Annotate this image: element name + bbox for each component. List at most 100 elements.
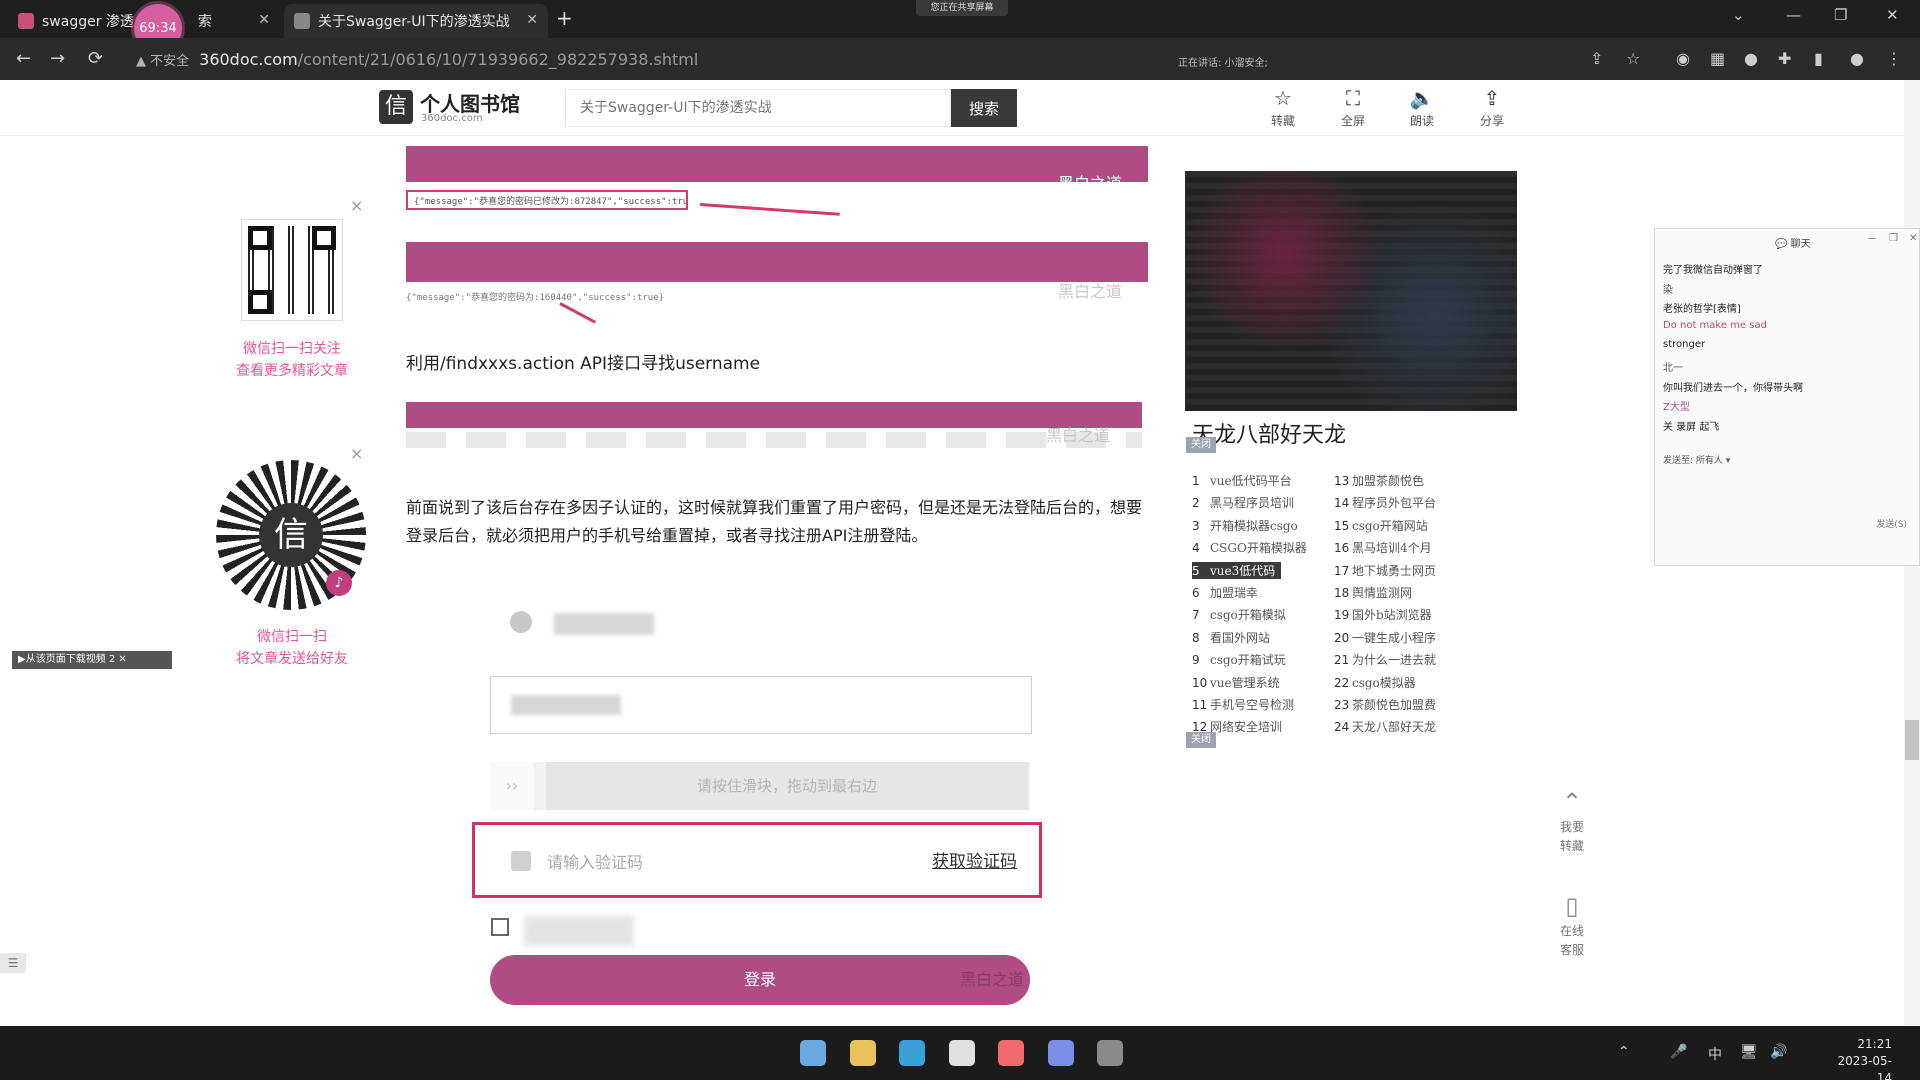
hot-search-item[interactable]: 9 csgo开箱试玩	[1192, 651, 1286, 668]
hot-search-item[interactable]: 2 黑马程序员培训	[1192, 494, 1294, 511]
tab-swagger-article[interactable]: 关于Swagger-UI下的渗透实战 ✕	[284, 4, 548, 38]
hot-search-item[interactable]: 17 地下城勇士网页	[1334, 562, 1436, 579]
screen-share-banner[interactable]: 您正在共享屏幕	[916, 0, 1008, 16]
collect-label: 转藏	[1270, 114, 1295, 128]
volume-icon[interactable]: 🔊	[1770, 1044, 1787, 1060]
chat-close-icon[interactable]: ✕	[1909, 233, 1917, 244]
hot-search-text: 为什么一进去就	[1352, 653, 1437, 668]
float-collect-button[interactable]: ⌃ 我要 转藏	[1544, 788, 1600, 854]
share-qr-logo-icon: 信	[259, 503, 323, 567]
extension-badge-icon[interactable]: ◉	[1676, 49, 1690, 68]
chat-send-button[interactable]: 发送(S)	[1876, 517, 1907, 530]
read-aloud-label: 朗读	[1409, 114, 1434, 128]
system-clock[interactable]: 21:21 2023-05-14	[1836, 1036, 1892, 1080]
close-qr-follow-icon[interactable]: ×	[350, 196, 363, 215]
chat-send-to[interactable]: 发送至: 所有人 ▾	[1663, 453, 1730, 466]
float-service-button[interactable]: ▯ 在线 客服	[1544, 892, 1600, 958]
speaking-indicator: 正在讲话: 小溜安全;	[1178, 58, 1268, 69]
bookmark-star-icon[interactable]: ☆	[1626, 49, 1640, 68]
hot-search-rank: 13	[1334, 474, 1350, 488]
hot-search-item[interactable]: 3 开箱模拟器csgo	[1192, 517, 1298, 534]
qr-corner	[248, 290, 272, 314]
hot-search-text: 加盟瑞幸	[1210, 586, 1259, 600]
left-menu-handle-icon[interactable]: ☰	[0, 953, 26, 973]
hot-search-item[interactable]: 6 加盟瑞幸	[1192, 584, 1258, 601]
hot-search-rank: 16	[1334, 541, 1350, 556]
hot-search-item[interactable]: 13 加盟茶颜悦色	[1334, 472, 1424, 489]
tab-close-icon[interactable]: ✕	[258, 12, 270, 28]
hot-search-rank: 24	[1334, 720, 1350, 735]
game-ad-image[interactable]	[1185, 171, 1517, 411]
search-button[interactable]: 搜索	[951, 89, 1017, 127]
tiktok-badge-icon: ♪	[326, 570, 352, 596]
hot-search-item[interactable]: 7 csgo开箱模拟	[1192, 606, 1286, 623]
address-bar[interactable]: ▲ 不安全 360doc.com /content/21/0616/10/719…	[136, 44, 1246, 74]
tray-overflow-icon[interactable]: ⌃	[1618, 1044, 1630, 1060]
login-button-image: 登录	[490, 955, 1030, 1005]
hot-search-item[interactable]: 20 一键生成小程序	[1334, 629, 1436, 646]
hot-search-item[interactable]: 23 茶颜悦色加盟费	[1334, 696, 1436, 713]
read-aloud-button[interactable]: 🔈 朗读	[1397, 86, 1447, 129]
search-input[interactable]	[565, 89, 951, 127]
tab-search-icon[interactable]: ⌄	[1732, 6, 1745, 24]
chat-minimize-icon[interactable]: —	[1867, 233, 1877, 244]
share-button[interactable]: ⇪ 分享	[1467, 86, 1517, 129]
restore-icon[interactable]: ❐	[1834, 6, 1847, 24]
microphone-icon[interactable]: 🎤	[1670, 1044, 1687, 1060]
hot-search-item[interactable]: 18 舆情监测网	[1334, 584, 1412, 601]
edge-icon[interactable]	[899, 1040, 925, 1066]
hot-search-item[interactable]: 10 vue管理系统	[1192, 674, 1280, 691]
collect-button[interactable]: ☆ 转藏	[1258, 86, 1308, 129]
hot-search-item[interactable]: 8 看国外网站	[1192, 629, 1270, 646]
close-qr-share-icon[interactable]: ×	[350, 444, 363, 463]
chat-restore-icon[interactable]: ❐	[1889, 233, 1898, 244]
video-download-bar[interactable]: ▶从该页面下载视频 2 ✕	[12, 651, 172, 669]
clock-time: 21:21	[1857, 1037, 1892, 1051]
app-icon[interactable]	[998, 1040, 1024, 1066]
side-panel-icon[interactable]: ▮	[1814, 49, 1823, 68]
start-icon[interactable]	[800, 1040, 826, 1066]
follow-qr-code	[241, 219, 343, 321]
extensions-puzzle-icon[interactable]: ✚	[1778, 49, 1791, 68]
photos-icon[interactable]	[1047, 1040, 1074, 1066]
scrollbar-thumb[interactable]	[1905, 720, 1919, 760]
hot-search-item[interactable]: 5 vue3低代码	[1192, 561, 1282, 579]
forward-icon[interactable]: →	[50, 48, 65, 69]
hot-search-item[interactable]: 11 手机号空号检测	[1192, 696, 1294, 713]
extension-dot-icon[interactable]: ●	[1744, 49, 1758, 68]
ime-indicator[interactable]: 中	[1708, 1044, 1722, 1064]
hot-search-item[interactable]: 19 国外b站浏览器	[1334, 606, 1432, 623]
fullscreen-button[interactable]: ⛶ 全屏	[1328, 86, 1378, 129]
extension-grid-icon[interactable]: ▦	[1710, 49, 1725, 68]
chat-message: Do not make me sad	[1663, 319, 1767, 331]
hot-search-item[interactable]: 16 黑马培训4个月	[1334, 539, 1432, 556]
network-icon[interactable]: 🖥	[1740, 1044, 1758, 1060]
minimize-icon[interactable]: —	[1786, 6, 1801, 24]
screenshot-toolbar	[406, 402, 1142, 428]
url-host: 360doc.com	[199, 49, 298, 69]
profile-icon[interactable]: ●	[1850, 49, 1864, 68]
meeting-icon[interactable]	[1097, 1040, 1123, 1066]
hot-search-item[interactable]: 14 程序员外包平台	[1334, 494, 1436, 511]
close-window-icon[interactable]: ✕	[1886, 6, 1899, 24]
tab-close-icon[interactable]: ✕	[526, 12, 538, 28]
hot-search-item[interactable]: 1 vue低代码平台	[1192, 472, 1292, 489]
ad-close-tag[interactable]: 关闭	[1186, 437, 1216, 453]
not-secure-warning[interactable]: ▲ 不安全	[136, 50, 189, 69]
hot-search-item[interactable]: 24 天龙八部好天龙	[1334, 718, 1436, 735]
new-tab-button[interactable]: +	[556, 6, 573, 30]
share-page-icon[interactable]: ⇪	[1590, 49, 1603, 68]
hot-search-item[interactable]: 21 为什么一进去就	[1334, 651, 1436, 668]
chrome-icon[interactable]	[948, 1040, 975, 1066]
list-close-tag[interactable]: 关闭	[1186, 732, 1216, 748]
reload-icon[interactable]: ⟳	[88, 48, 103, 69]
qr-follow-line1: 微信扫一扫关注	[243, 341, 341, 357]
hot-search-item[interactable]: 15 csgo开箱网站	[1334, 517, 1428, 534]
hot-search-item[interactable]: 22 csgo模拟器	[1334, 674, 1416, 691]
hot-search-text: 网络安全培训	[1210, 720, 1283, 735]
back-icon[interactable]: ←	[16, 48, 31, 69]
menu-kebab-icon[interactable]: ⋮	[1886, 49, 1902, 68]
hot-search-item[interactable]: 4 CSGO开箱模拟器	[1192, 539, 1307, 556]
file-explorer-icon[interactable]	[849, 1040, 876, 1066]
site-logo-icon[interactable]: 信	[379, 90, 413, 124]
